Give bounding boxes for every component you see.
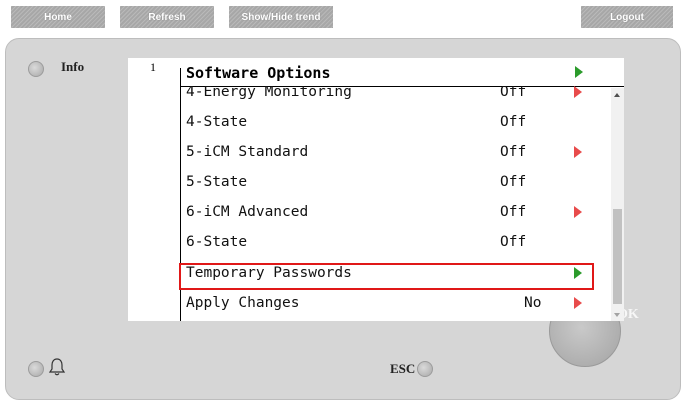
- row-value: Off: [500, 114, 527, 130]
- esc-label: ESC: [390, 361, 416, 376]
- menu-row-5-state[interactable]: 5-State Off: [180, 170, 610, 196]
- submenu-arrow-icon[interactable]: [574, 146, 582, 158]
- row-value: Off: [500, 86, 527, 100]
- row-value: Off: [500, 204, 527, 220]
- row-value: Off: [500, 144, 527, 160]
- menu-title-row: Software Options: [180, 58, 624, 87]
- menu-row-icm-standard[interactable]: 5-iCM Standard Off: [180, 140, 610, 166]
- refresh-button[interactable]: Refresh: [120, 6, 214, 28]
- esc-led-button[interactable]: [417, 361, 433, 377]
- row-label: 6-State: [186, 234, 248, 250]
- alarm-led-button[interactable]: [28, 361, 44, 377]
- show-hide-trend-button[interactable]: Show/Hide trend: [229, 6, 333, 28]
- title-arrow-icon: [575, 66, 583, 78]
- bell-icon[interactable]: [48, 357, 66, 377]
- logout-button[interactable]: Logout: [581, 6, 673, 28]
- row-label: Apply Changes: [186, 295, 300, 311]
- menu-row-6-state[interactable]: 6-State Off: [180, 230, 610, 256]
- selected-row-highlight: [179, 263, 594, 290]
- row-label: 4-Energy Monitoring: [186, 86, 352, 100]
- row-label: 6-iCM Advanced: [186, 204, 309, 220]
- lcd-screen: 1 Software Options 4-Energy Monitoring O…: [128, 58, 624, 321]
- row-label: 5-iCM Standard: [186, 144, 309, 160]
- row-label: 4-State: [186, 114, 248, 130]
- row-label: 5-State: [186, 174, 248, 190]
- submenu-arrow-icon[interactable]: [574, 86, 582, 98]
- row-value: Off: [500, 174, 527, 190]
- menu-title: Software Options: [186, 64, 331, 82]
- scrollbar-thumb[interactable]: [613, 209, 622, 304]
- home-button[interactable]: Home: [11, 6, 105, 28]
- submenu-arrow-icon[interactable]: [574, 297, 582, 309]
- scroll-up-icon[interactable]: [614, 93, 620, 97]
- scroll-down-icon[interactable]: [614, 313, 620, 317]
- menu-row-apply-changes[interactable]: Apply Changes No: [180, 291, 610, 317]
- submenu-arrow-icon[interactable]: [574, 206, 582, 218]
- row-value: Off: [500, 234, 527, 250]
- menu-row-energy-monitoring[interactable]: 4-Energy Monitoring Off: [180, 86, 610, 106]
- menu-row-4-state[interactable]: 4-State Off: [180, 110, 610, 136]
- scrollbar[interactable]: [611, 88, 624, 321]
- info-led-button[interactable]: [28, 61, 44, 77]
- line-number: 1: [150, 60, 156, 74]
- info-label: Info: [61, 59, 85, 74]
- menu-row-icm-advanced[interactable]: 6-iCM Advanced Off: [180, 200, 610, 226]
- row-value: No: [524, 295, 542, 311]
